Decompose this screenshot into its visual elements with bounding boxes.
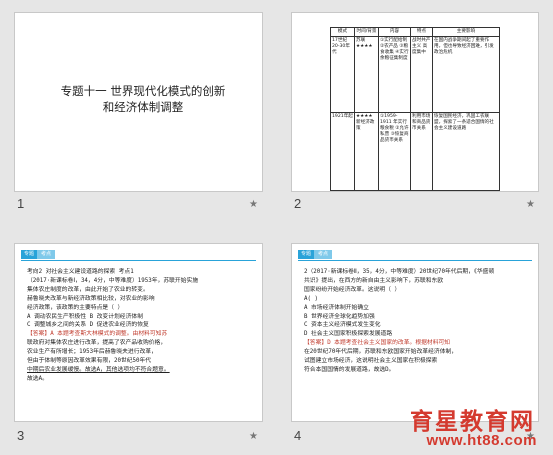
text-line: A 调动农民生产积极性 B 改变计划经济体制 <box>27 313 143 320</box>
slide-thumbnail-4[interactable]: 专题 考点 2（2017·新课标卷Ⅱ，35，4分，中等难度）20世纪70年代后期… <box>291 243 539 422</box>
text-line: C 调整城乡之间的关系 D 促进农业经济的恢复 <box>27 322 149 329</box>
text-line: 经济政策，该政策的主要特点是（ ） <box>27 304 124 311</box>
text-line: 集体农庄制度的改革，由此开始了农业的转变。 <box>27 286 149 293</box>
text-line: 符合本国国情的发展道路，故选D。 <box>304 366 395 373</box>
star-icon[interactable]: ★ <box>249 431 258 442</box>
star-icon[interactable]: ★ <box>249 199 258 210</box>
text-line: 但由于体制等原因改革效果有限，20世纪50年代 <box>27 358 152 365</box>
comparison-table: 模式 时间/背景 内容 特点 主要影响 17世纪 20-30年代 苏联 ★★★★… <box>330 27 500 191</box>
text-line: 2（2017·新课标卷Ⅱ，35，4分，中等难度）20世纪70年代后期，《华盛顿 <box>304 269 495 275</box>
watermark-text: 育星教育网 <box>410 409 535 435</box>
text-line: C 资本主义经济模式发生变化 <box>304 322 381 329</box>
table-header: 特点 <box>410 27 433 37</box>
slide-body: 2（2017·新课标卷Ⅱ，35，4分，中等难度）20世纪70年代后期，《华盛顿 … <box>304 268 528 375</box>
slide-number-3: 3 <box>17 428 25 443</box>
table-cell: ★★★★ 新经济政策 <box>354 112 379 191</box>
text-line: 在20世纪70年代后期，苏联和东欧国家开始改革经济体制， <box>304 349 458 356</box>
table-header: 模式 <box>330 27 355 37</box>
table-header: 内容 <box>378 27 411 37</box>
table-cell: 1921年起 <box>330 112 355 191</box>
slide-title: 专题十一 世界现代化模式的创新 和经济体制调整 <box>33 83 253 115</box>
text-line: 试图建立市场经济，这说明社会主义国家在积极探索 <box>304 358 438 365</box>
badge-topic: 专题 <box>21 250 38 259</box>
table-cell: 苏联 ★★★★ <box>354 36 379 113</box>
slide-thumbnail-1[interactable]: 专题十一 世界现代化模式的创新 和经济体制调整 <box>14 12 263 192</box>
text-line: （2017·新课标卷Ⅰ，34，4分，中等难度）1953年，苏联开始实施 <box>27 277 199 284</box>
slide-body: 考向2 对社会主义建设道路的探索 考点1 （2017·新课标卷Ⅰ，34，4分，中… <box>27 268 252 384</box>
text-line: 联政府对集体农庄进行改革，提高了农产品收购价格， <box>27 340 167 347</box>
text-line: A( ) <box>304 295 318 302</box>
text-line: 国家纷纷开始经济改革。这说明（ ） <box>304 286 401 293</box>
table-cell: ①1959-1911 年实行粮食税 ②允许私营 ③恢复商品货币关系 <box>378 112 411 191</box>
table-cell: 利用市场和商品货币关系 <box>410 112 433 191</box>
badge-topic: 专题 <box>298 250 315 259</box>
title-line-2: 和经济体制调整 <box>102 100 184 114</box>
table-cell: 17世纪 20-30年代 <box>330 36 355 113</box>
slide-thumbnail-3[interactable]: 专题 考点 考向2 对社会主义建设道路的探索 考点1 （2017·新课标卷Ⅰ，3… <box>14 243 263 422</box>
text-line: 共识》提出，在西方的新自由主义影响下，苏联和东欧 <box>304 277 444 284</box>
slide-thumbnail-2[interactable]: 模式 时间/背景 内容 特点 主要影响 17世纪 20-30年代 苏联 ★★★★… <box>291 12 539 192</box>
text-line: B 世界经济全球化趋势加强 <box>304 313 375 320</box>
answer-line: 【答案】A 本题考查斯大林模式的调整。由材料可知苏 <box>27 331 168 338</box>
header-divider <box>298 260 532 261</box>
title-line-1: 专题十一 世界现代化模式的创新 <box>60 84 226 98</box>
watermark-logo: 育星教育网 www.ht88.com <box>385 402 553 455</box>
table-header: 主要影响 <box>432 27 500 37</box>
text-line: 考向2 对社会主义建设道路的探索 考点1 <box>27 269 134 275</box>
table-cell: 恢复国民经济，巩固工农联盟，探索了一条适合国情的社会主义建设道路 <box>432 112 500 191</box>
topic-badge: 专题 考点 <box>21 250 56 259</box>
badge-point: 考点 <box>314 250 333 259</box>
text-line: 农业生产有所增长；1953年后赫鲁晓夫进行改革， <box>27 349 157 356</box>
table-cell: ①实行配给制 ②农产品 ③粮食收集 ④实行余粮征集制度 <box>378 36 411 113</box>
header-divider <box>21 260 256 261</box>
text-line: D 社会主义国家积极探索发展道路 <box>304 331 393 338</box>
table-cell: 在国内战争期间起了重要作用，但也导致经济困难，引发政治危机 <box>432 36 500 113</box>
text-line: A 市场经济体制开始确立 <box>304 304 369 311</box>
watermark-url: www.ht88.com <box>426 432 537 449</box>
text-line: 赫鲁晓夫改革与新经济政策相比较，对农业的影响 <box>27 295 155 302</box>
answer-line: 【答案】D 本题考查社会主义国家的改革。根据材料可知 <box>304 340 451 347</box>
topic-badge: 专题 考点 <box>298 250 333 259</box>
table-cell: 战时共产主义 高度集中 <box>410 36 433 113</box>
slide-number-2: 2 <box>294 196 302 211</box>
badge-point: 考点 <box>37 250 56 259</box>
text-line: 故选A。 <box>27 375 48 382</box>
star-icon[interactable]: ★ <box>526 199 535 210</box>
text-line: 中期后农业发展缓慢。故选A，其他选项均不符合题意。 <box>27 366 170 373</box>
table-header: 时间/背景 <box>354 27 379 37</box>
slide-number-4: 4 <box>294 428 302 443</box>
slide-number-1: 1 <box>17 196 25 211</box>
